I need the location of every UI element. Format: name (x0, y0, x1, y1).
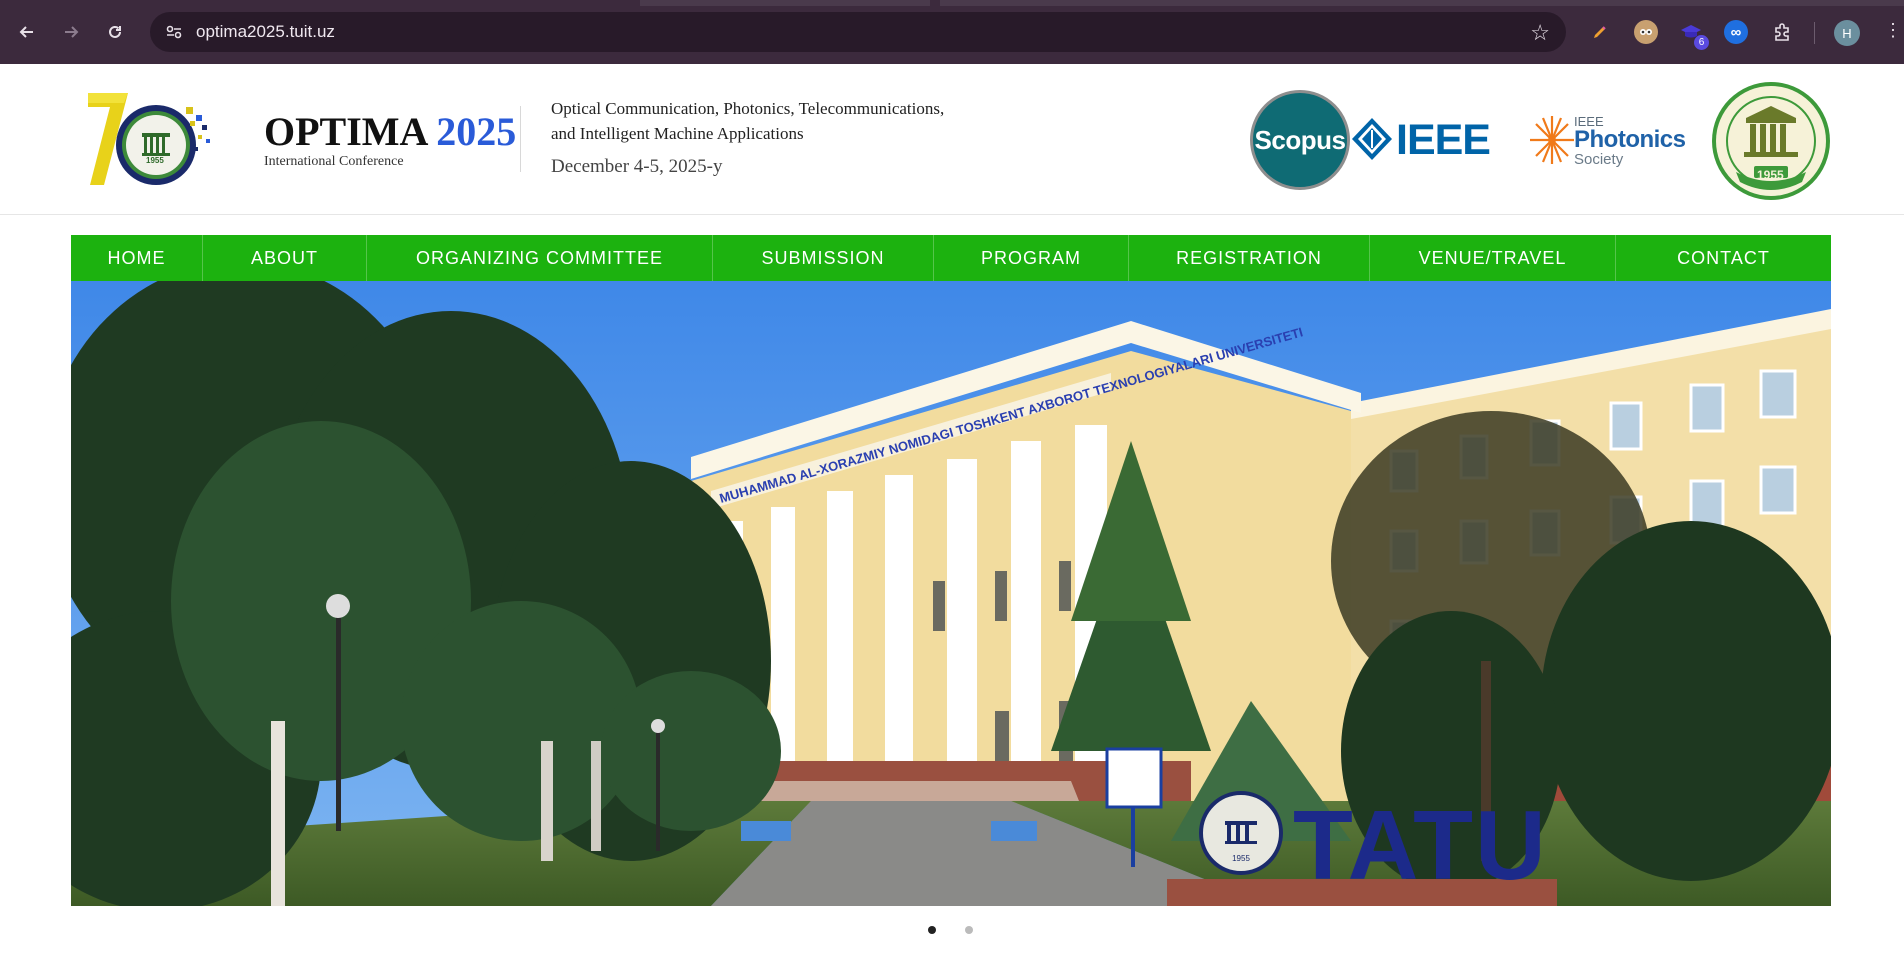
infinity-extension-icon[interactable]: ∞ (1724, 20, 1748, 44)
nav-contact[interactable]: CONTACT (1616, 235, 1831, 281)
graduation-cap-extension-icon[interactable]: 6 (1679, 20, 1709, 50)
nav-venue-travel[interactable]: VENUE/TRAVEL (1370, 235, 1616, 281)
university-seal-year: 1955 (1757, 168, 1784, 182)
scopus-logo[interactable]: Scopus (1250, 90, 1350, 190)
photonics-starburst-icon (1530, 116, 1574, 164)
nav-home[interactable]: HOME (71, 235, 203, 281)
scopus-label: Scopus (1254, 124, 1346, 155)
university-seal-logo[interactable] (1710, 80, 1832, 202)
main-navigation: HOME ABOUT ORGANIZING COMMITTEE SUBMISSI… (71, 235, 1831, 281)
conference-topics-line2: and Intelligent Machine Applications (551, 124, 804, 143)
browser-menu-icon[interactable]: ⋮ (1884, 20, 1902, 41)
brand-name: OPTIMA (264, 109, 427, 154)
monument-logo-year: 1955 (1232, 854, 1250, 863)
browser-toolbar: optima2025.tuit.uz ☆ 6 ∞ H ⋮ (0, 0, 1904, 64)
conference-brand-title[interactable]: OPTIMA 2025 (264, 108, 516, 155)
conference-date: December 4-5, 2025-y (551, 156, 723, 177)
forward-arrow-icon (65, 26, 79, 38)
back-arrow-icon (19, 26, 33, 38)
extension-badge: 6 (1694, 35, 1709, 50)
tab-edge (940, 0, 1904, 6)
brand-year: 2025 (436, 109, 517, 154)
profile-avatar[interactable]: H (1834, 20, 1860, 46)
nav-organizing-committee[interactable]: ORGANIZING COMMITTEE (367, 235, 713, 281)
nav-submission[interactable]: SUBMISSION (713, 235, 934, 281)
photonics-label: Photonics (1574, 126, 1686, 153)
site-info-icon[interactable] (164, 22, 184, 42)
webpage: 1955 OPTIMA 2025 International Conferenc… (0, 64, 1904, 975)
tab-edge (640, 0, 930, 6)
anniversary-logo-year: 1955 (146, 156, 164, 165)
photonics-society-label: Society (1574, 151, 1624, 168)
pen-extension-icon[interactable] (1588, 20, 1612, 44)
brand-subtitle: International Conference (264, 154, 404, 169)
reload-button[interactable] (100, 17, 130, 47)
bookmark-star-icon[interactable]: ☆ (1530, 20, 1550, 46)
url-text[interactable]: optima2025.tuit.uz (196, 22, 335, 42)
campus-building-photo: MUHAMMAD AL-XORAZMIY NOMIDAGI TOSHKENT A… (71, 281, 1831, 906)
anniversary-70-logo[interactable] (86, 89, 221, 189)
ieee-photonics-logo[interactable]: IEEE Photonics Society (1530, 112, 1686, 172)
ieee-logo[interactable]: IEEE (1350, 116, 1495, 164)
extensions-puzzle-icon[interactable] (1770, 20, 1794, 44)
header-divider (520, 106, 521, 172)
slider-dot-2[interactable] (965, 926, 973, 934)
avatar-letter: H (1842, 25, 1852, 41)
tatu-monument-text: TATU (1293, 790, 1548, 900)
ieee-label: IEEE (1396, 116, 1491, 164)
reload-icon (109, 25, 121, 38)
nav-registration[interactable]: REGISTRATION (1129, 235, 1370, 281)
conference-topics-line1: Optical Communication, Photonics, Teleco… (551, 99, 945, 118)
back-button[interactable] (12, 17, 42, 47)
forward-button[interactable] (56, 17, 86, 47)
site-header: 1955 OPTIMA 2025 International Conferenc… (0, 64, 1904, 215)
address-bar[interactable]: optima2025.tuit.uz ☆ (150, 12, 1566, 52)
toolbar-divider (1814, 22, 1815, 44)
nav-about[interactable]: ABOUT (203, 235, 367, 281)
ieee-diamond-icon (1352, 118, 1392, 160)
slider-dot-1[interactable] (928, 926, 936, 934)
nav-program[interactable]: PROGRAM (934, 235, 1129, 281)
hero-slider-image[interactable]: MUHAMMAD AL-XORAZMIY NOMIDAGI TOSHKENT A… (71, 281, 1831, 906)
owl-extension-icon[interactable] (1634, 20, 1658, 44)
